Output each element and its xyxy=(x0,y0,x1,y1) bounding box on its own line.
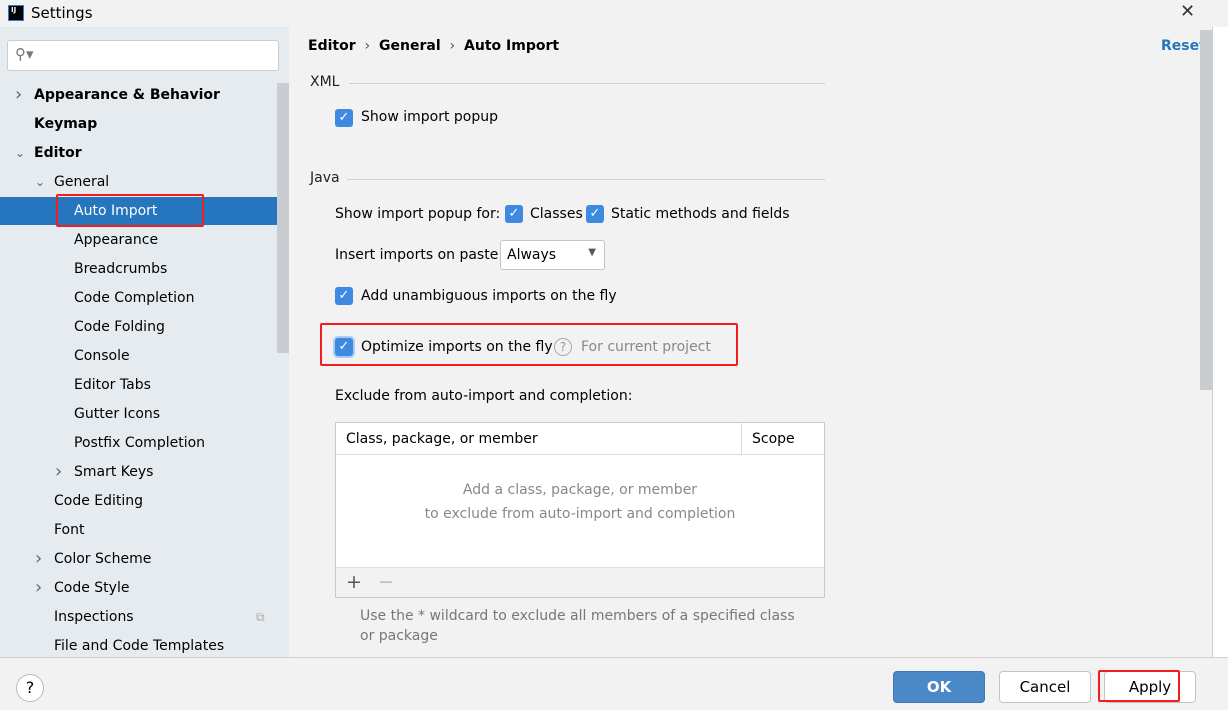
popup-for-label: Show import popup for: xyxy=(335,206,501,222)
highlight-box xyxy=(1098,670,1180,702)
column-header[interactable]: Class, package, or member xyxy=(346,431,538,447)
add-icon[interactable]: + xyxy=(346,571,362,593)
chevron-down-icon[interactable]: ⌄ xyxy=(15,139,25,167)
settings-tree: ⚲▾ › Appearance & Behavior Keymap ⌄ Editor ⌄ G… xyxy=(0,27,289,657)
settings-panel: Editor › General › Auto Import Reset XML… xyxy=(289,27,1212,657)
remove-icon[interactable]: − xyxy=(378,571,394,593)
chevron-down-icon[interactable]: ⌄ xyxy=(35,168,45,196)
search-icon: ⚲▾ xyxy=(15,45,34,63)
sidebar-item-code-style[interactable]: › Code Style xyxy=(0,574,289,602)
sidebar-item-gutter-icons[interactable]: Gutter Icons xyxy=(0,400,289,428)
sidebar-item-color-scheme[interactable]: › Color Scheme xyxy=(0,545,289,573)
sidebar-item-smart-keys[interactable]: › Smart Keys xyxy=(0,458,289,486)
sidebar-item-label: Code Folding xyxy=(74,319,165,335)
classes-checkbox[interactable]: ✓ xyxy=(505,205,523,223)
breadcrumb: Editor › General › Auto Import xyxy=(308,38,560,54)
empty-state: Add a class, package, or member to exclu… xyxy=(336,478,824,526)
wildcard-note: Use the * wildcard to exclude all member… xyxy=(360,608,795,644)
sidebar-item-label: Gutter Icons xyxy=(74,406,161,422)
sidebar-item-keymap[interactable]: Keymap xyxy=(0,110,289,138)
sidebar-item-label: File and Code Templates xyxy=(54,638,225,654)
paste-dropdown[interactable]: Always ▼ xyxy=(500,240,605,270)
sidebar-item-label: Console xyxy=(74,348,130,364)
unambiguous-imports-checkbox[interactable]: ✓ xyxy=(335,287,353,305)
background-window xyxy=(1212,27,1228,657)
chevron-right-icon[interactable]: › xyxy=(35,574,42,602)
empty-text: Add a class, package, or member xyxy=(462,482,698,498)
sidebar-item-code-folding[interactable]: Code Folding xyxy=(0,313,289,341)
title-bar: IJ _ Settings ✕ xyxy=(0,0,1228,27)
sidebar-item-label: Breadcrumbs xyxy=(74,261,168,277)
sidebar-item-label: Color Scheme xyxy=(54,551,152,567)
divider xyxy=(347,179,825,180)
ok-button[interactable]: OK xyxy=(893,671,985,703)
help-button[interactable]: ? xyxy=(16,674,44,702)
sidebar-item-general[interactable]: ⌄ General xyxy=(0,168,289,196)
sidebar-item-label: Code Editing xyxy=(54,493,144,509)
sidebar-item-label: Editor xyxy=(34,145,82,161)
checkbox-label: Show import popup xyxy=(361,109,498,125)
sidebar-item-breadcrumbs[interactable]: Breadcrumbs xyxy=(0,255,289,283)
sidebar-item-label: Editor Tabs xyxy=(74,377,151,393)
cancel-button[interactable]: Cancel xyxy=(999,671,1091,703)
section-xml: XML xyxy=(310,74,340,90)
breadcrumb-item: General xyxy=(379,38,441,54)
sidebar-scrollbar[interactable] xyxy=(277,83,289,353)
section-java: Java xyxy=(310,170,340,186)
sidebar-item-font[interactable]: Font xyxy=(0,516,289,544)
sidebar-item-label: Font xyxy=(54,522,85,538)
sidebar-item-appearance[interactable]: Appearance xyxy=(0,226,289,254)
sidebar-item-label: Code Style xyxy=(54,580,130,596)
copy-icon: ⧉ xyxy=(256,610,265,624)
window-title: Settings xyxy=(31,4,93,22)
sidebar-item-editor-tabs[interactable]: Editor Tabs xyxy=(0,371,289,399)
static-methods-checkbox[interactable]: ✓ xyxy=(586,205,604,223)
breadcrumb-item: Auto Import xyxy=(464,38,560,54)
chevron-right-icon[interactable]: › xyxy=(35,545,42,573)
main-scrollbar[interactable] xyxy=(1200,30,1212,390)
sidebar-item-label: Appearance xyxy=(74,232,159,248)
breadcrumb-item: Editor xyxy=(308,38,356,54)
sidebar-item-inspections[interactable]: Inspections ⧉ xyxy=(0,603,289,631)
sidebar-item-code-editing[interactable]: Code Editing xyxy=(0,487,289,515)
app-logo-icon: IJ _ xyxy=(8,5,24,23)
empty-text: to exclude from auto-import and completi… xyxy=(424,506,736,522)
table-header: Class, package, or member Scope xyxy=(336,423,824,455)
close-icon[interactable]: ✕ xyxy=(1180,1,1195,22)
sidebar-item-postfix-completion[interactable]: Postfix Completion xyxy=(0,429,289,457)
sidebar-item-file-and-code-templates[interactable]: File and Code Templates xyxy=(0,632,289,657)
highlight-box xyxy=(56,194,204,227)
divider xyxy=(349,83,825,84)
chevron-right-icon[interactable]: › xyxy=(55,458,62,486)
sidebar-item-appearance-behavior[interactable]: › Appearance & Behavior xyxy=(0,81,289,109)
search-input[interactable]: ⚲▾ xyxy=(7,40,279,71)
chevron-down-icon: ▼ xyxy=(588,247,596,258)
paste-label: Insert imports on paste: xyxy=(335,247,504,263)
sidebar-item-label: Code Completion xyxy=(74,290,195,306)
show-import-popup-checkbox[interactable]: ✓ xyxy=(335,109,353,127)
sidebar-item-label: Postfix Completion xyxy=(74,435,206,451)
exclude-table: Class, package, or member Scope Add a cl… xyxy=(335,422,825,598)
checkbox-label: Add unambiguous imports on the fly xyxy=(361,288,617,304)
column-header[interactable]: Scope xyxy=(752,431,795,447)
sidebar-item-label: General xyxy=(54,174,110,190)
sidebar-item-label: Smart Keys xyxy=(74,464,154,480)
sidebar-item-label: Appearance & Behavior xyxy=(34,87,220,103)
sidebar-item-label: Keymap xyxy=(34,116,98,132)
sidebar-item-code-completion[interactable]: Code Completion xyxy=(0,284,289,312)
dropdown-value: Always xyxy=(507,247,557,263)
highlight-box xyxy=(320,323,738,366)
sidebar-item-editor[interactable]: ⌄ Editor xyxy=(0,139,289,167)
exclude-label: Exclude from auto-import and completion: xyxy=(335,388,633,404)
table-toolbar: + − xyxy=(336,567,824,597)
chevron-right-icon[interactable]: › xyxy=(15,81,22,109)
sidebar-item-label: Inspections xyxy=(54,609,134,625)
checkbox-label: Static methods and fields xyxy=(611,206,790,222)
sidebar-item-console[interactable]: Console xyxy=(0,342,289,370)
checkbox-label: Classes xyxy=(530,206,583,222)
